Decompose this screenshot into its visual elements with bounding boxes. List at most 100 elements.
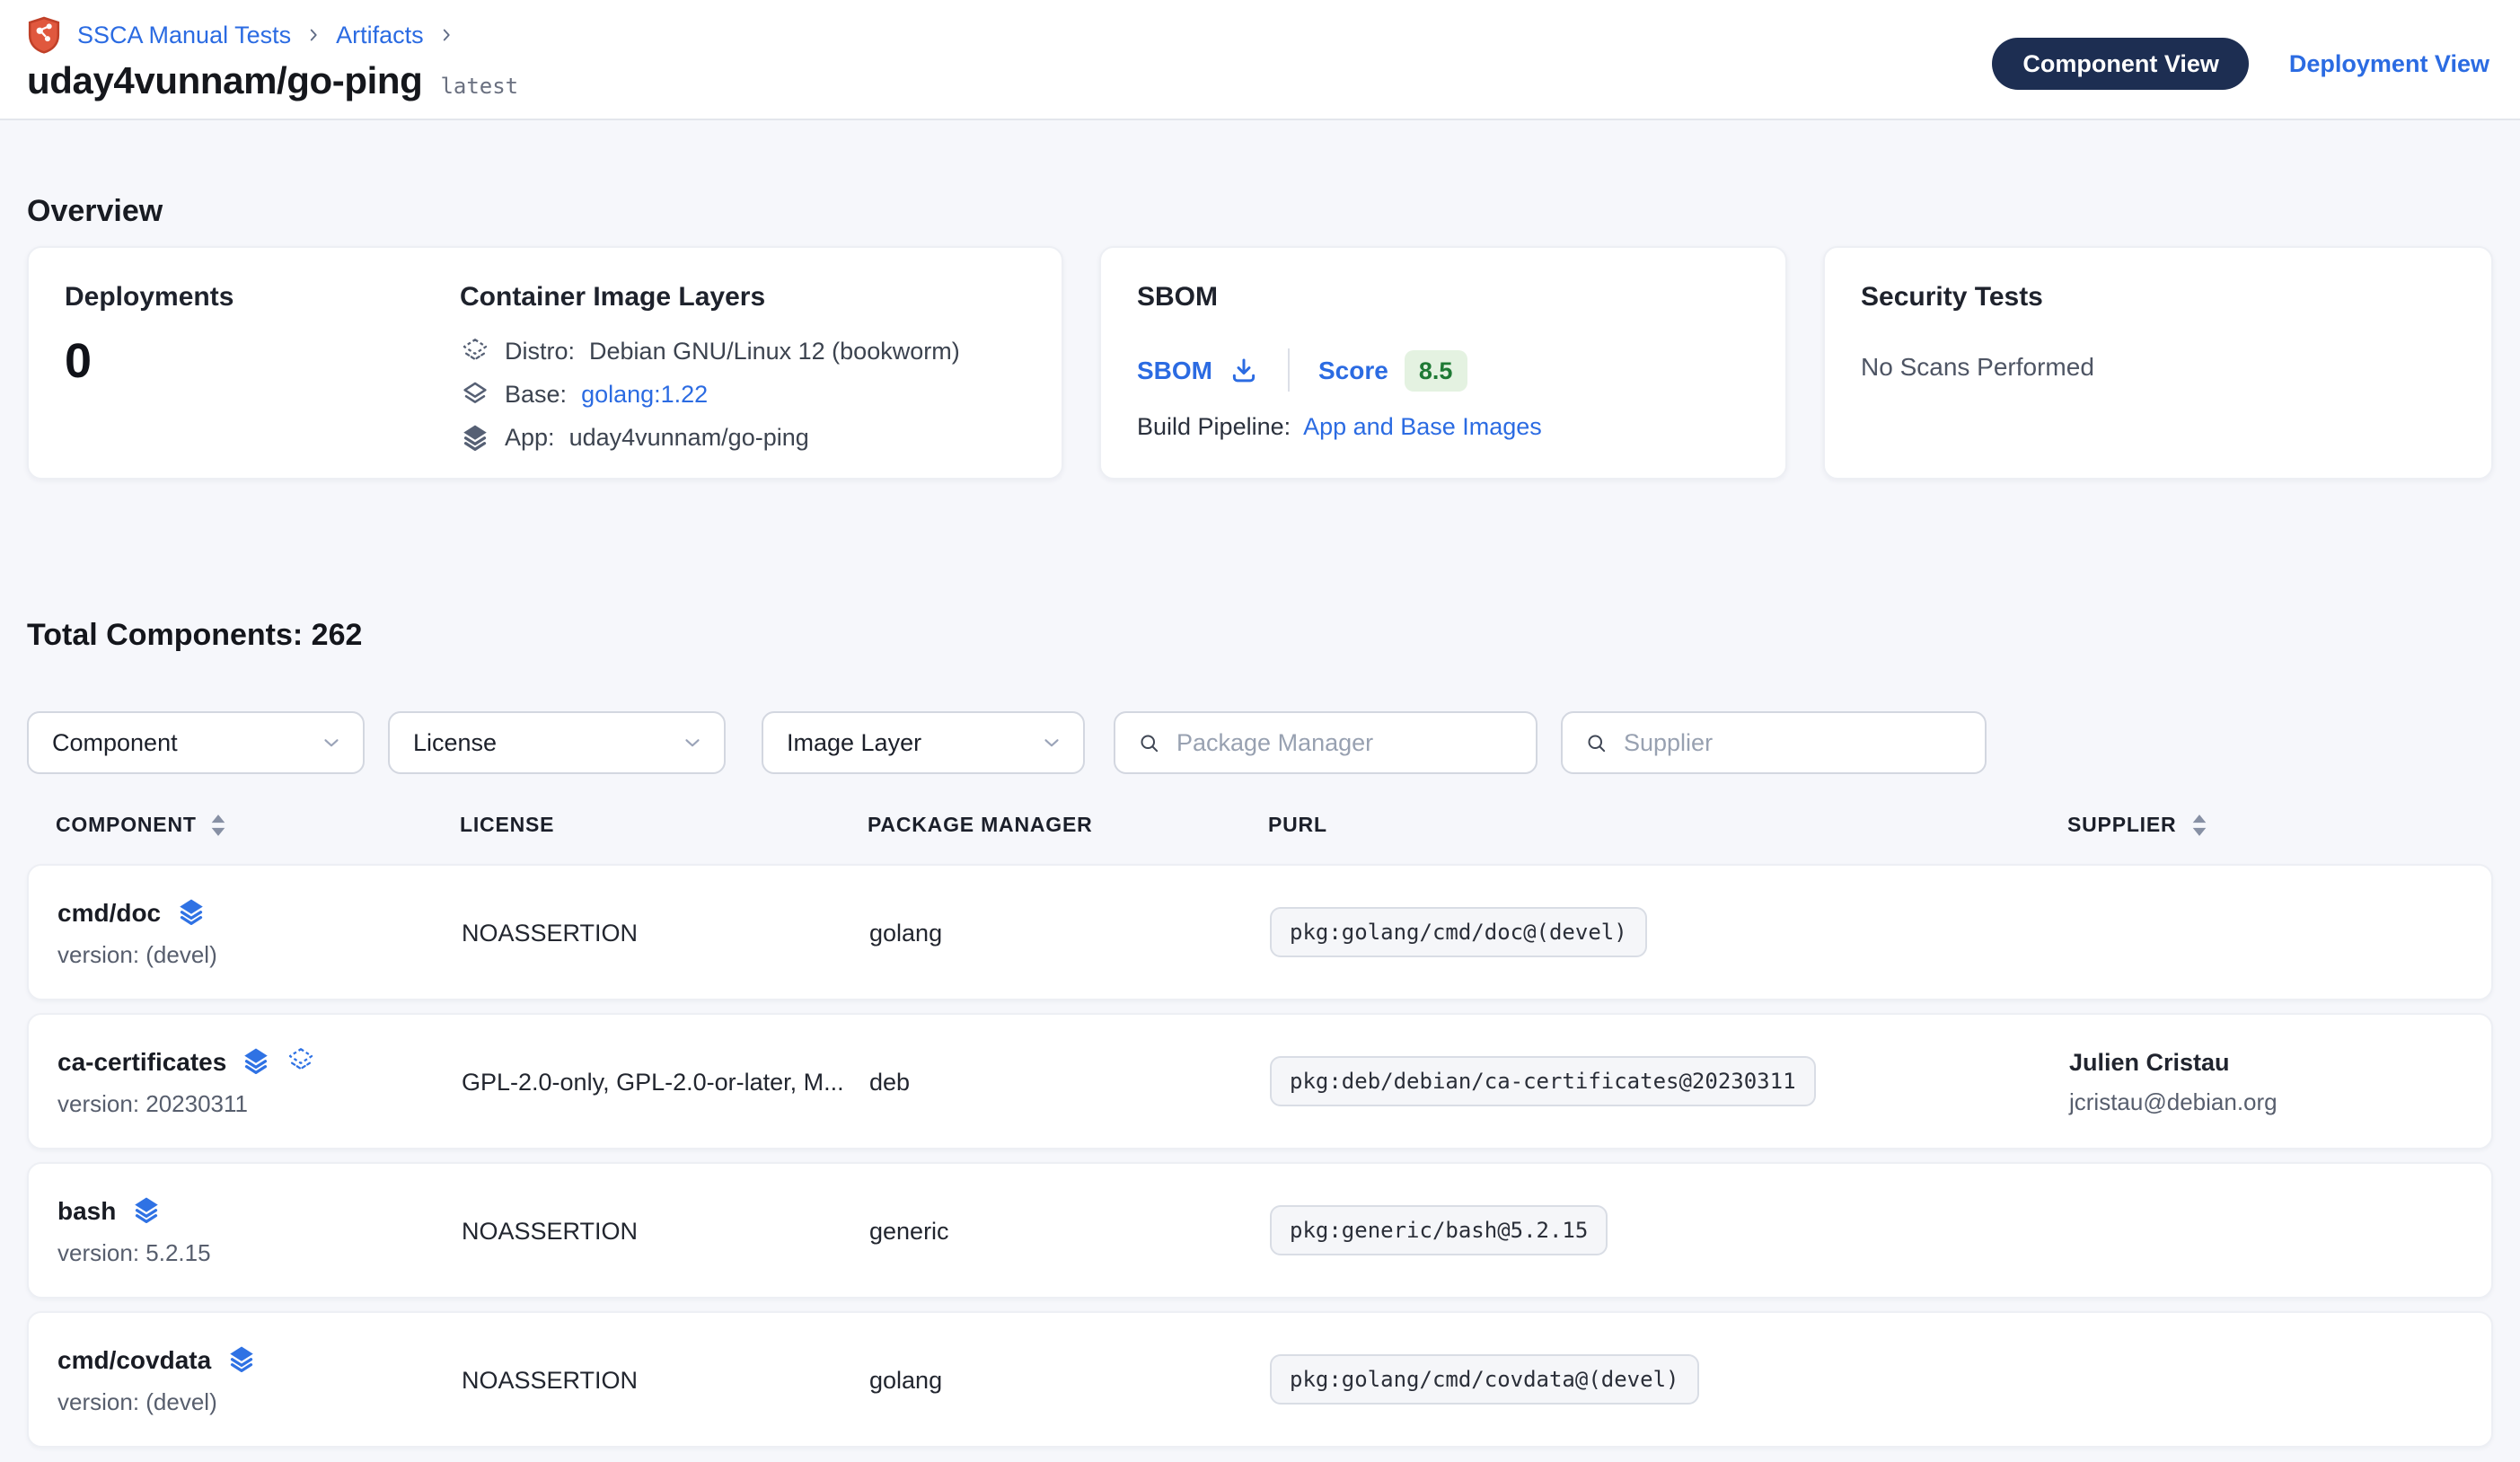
column-header-purl: PURL bbox=[1268, 814, 2067, 837]
sbom-download-link[interactable]: SBOM bbox=[1137, 355, 1259, 385]
table-body: cmd/doc version: (devel) NOASSERTION gol… bbox=[27, 864, 2493, 1448]
security-tests-card: Security Tests No Scans Performed bbox=[1823, 246, 2493, 480]
component-cell: bash version: 5.2.15 bbox=[57, 1194, 462, 1266]
column-header-license: LICENSE bbox=[460, 814, 868, 837]
sbom-card-title: SBOM bbox=[1137, 284, 1749, 313]
license-cell: NOASSERTION bbox=[462, 1366, 869, 1393]
purl-chip[interactable]: pkg:golang/cmd/covdata@(devel) bbox=[1270, 1354, 1699, 1405]
purl-cell: pkg:golang/cmd/doc@(devel) bbox=[1270, 907, 2069, 957]
page-header: SSCA Manual Tests Artifacts uday4vunnam/… bbox=[0, 0, 2520, 120]
table-row: cmd/doc version: (devel) NOASSERTION gol… bbox=[27, 864, 2493, 1000]
page: SSCA Manual Tests Artifacts uday4vunnam/… bbox=[0, 0, 2520, 1462]
sbom-score-row: SBOM Score 8.5 bbox=[1137, 348, 1749, 392]
supplier-email: jcristau@debian.org bbox=[2069, 1088, 2491, 1114]
app-layer-icon bbox=[175, 896, 206, 927]
vertical-divider bbox=[1288, 348, 1290, 392]
purl-cell: pkg:deb/debian/ca-certificates@20230311 bbox=[1270, 1056, 2069, 1106]
chevron-down-icon bbox=[320, 731, 343, 754]
package-manager-search bbox=[1114, 711, 1538, 774]
supplier-search-input[interactable] bbox=[1624, 729, 1963, 756]
deployments-block: Deployments 0 bbox=[65, 284, 460, 442]
security-tests-title: Security Tests bbox=[1861, 284, 2455, 313]
component-name: ca-certificates bbox=[57, 1046, 226, 1075]
chevron-down-icon bbox=[681, 731, 704, 754]
app-layer-icon bbox=[460, 422, 490, 453]
column-label: SUPPLIER bbox=[2067, 815, 2176, 836]
app-layer-item: App: uday4vunnam/go-ping bbox=[460, 422, 1026, 453]
table-row: ca-certificates version: 20230311 GPL-2.… bbox=[27, 1013, 2493, 1149]
base-label: Base: bbox=[505, 381, 567, 408]
table-row: cmd/covdata version: (devel) NOASSERTION… bbox=[27, 1311, 2493, 1448]
column-header-supplier[interactable]: SUPPLIER bbox=[2067, 814, 2493, 837]
component-version: version: 20230311 bbox=[57, 1090, 462, 1117]
component-version: version: (devel) bbox=[57, 941, 462, 968]
package-manager-cell: golang bbox=[869, 1366, 1270, 1393]
image-layer-filter-dropdown[interactable]: Image Layer bbox=[762, 711, 1085, 774]
image-layer-filter-label: Image Layer bbox=[787, 729, 921, 756]
component-name: cmd/covdata bbox=[57, 1344, 211, 1373]
container-image-layers-title: Container Image Layers bbox=[460, 284, 1026, 313]
purl-chip[interactable]: pkg:golang/cmd/doc@(devel) bbox=[1270, 907, 1647, 957]
base-image-link[interactable]: golang:1.22 bbox=[581, 381, 708, 408]
base-layer-item: Base: golang:1.22 bbox=[460, 379, 1026, 410]
component-view-button[interactable]: Component View bbox=[1992, 38, 2250, 90]
license-cell: GPL-2.0-only, GPL-2.0-or-later, M... bbox=[462, 1068, 869, 1095]
package-manager-cell: golang bbox=[869, 919, 1270, 946]
container-image-layers-block: Container Image Layers Distro: Debian GN… bbox=[460, 284, 1026, 442]
app-label: App: bbox=[505, 424, 555, 451]
app-layer-icon bbox=[130, 1194, 161, 1225]
column-label: COMPONENT bbox=[56, 815, 197, 836]
package-manager-cell: generic bbox=[869, 1217, 1270, 1244]
app-value: uday4vunnam/go-ping bbox=[569, 424, 809, 451]
distro-layer-item: Distro: Debian GNU/Linux 12 (bookworm) bbox=[460, 336, 1026, 366]
sbom-download-label: SBOM bbox=[1137, 356, 1212, 384]
table-row: bash version: 5.2.15 NOASSERTION generic… bbox=[27, 1162, 2493, 1299]
license-cell: NOASSERTION bbox=[462, 919, 869, 946]
search-icon bbox=[1584, 730, 1609, 755]
supplier-search bbox=[1561, 711, 1987, 774]
breadcrumb-link-project[interactable]: SSCA Manual Tests bbox=[77, 22, 291, 48]
column-label: PURL bbox=[1268, 815, 1327, 836]
license-cell: NOASSERTION bbox=[462, 1217, 869, 1244]
component-version: version: (devel) bbox=[57, 1388, 462, 1415]
build-pipeline-label: Build Pipeline: bbox=[1137, 413, 1291, 440]
build-pipeline-link[interactable]: App and Base Images bbox=[1303, 413, 1542, 440]
sort-icon[interactable] bbox=[2189, 814, 2208, 837]
overview-heading: Overview bbox=[27, 192, 2493, 230]
view-toggle: Component View Deployment View bbox=[1992, 38, 2489, 90]
package-manager-cell: deb bbox=[869, 1068, 1270, 1095]
distro-layer-icon bbox=[286, 1045, 316, 1076]
download-icon[interactable] bbox=[1229, 355, 1259, 385]
component-cell: ca-certificates version: 20230311 bbox=[57, 1045, 462, 1117]
deployments-count: 0 bbox=[65, 334, 460, 388]
package-manager-search-input[interactable] bbox=[1176, 729, 1514, 756]
deployment-view-button[interactable]: Deployment View bbox=[2289, 50, 2489, 77]
sort-icon[interactable] bbox=[209, 814, 229, 837]
column-header-package-manager: PACKAGE MANAGER bbox=[868, 814, 1268, 837]
purl-chip[interactable]: pkg:generic/bash@5.2.15 bbox=[1270, 1205, 1608, 1255]
distro-label: Distro: bbox=[505, 338, 575, 365]
component-cell: cmd/covdata version: (devel) bbox=[57, 1343, 462, 1415]
ssca-shield-logo-icon bbox=[27, 16, 61, 54]
purl-chip[interactable]: pkg:deb/debian/ca-certificates@20230311 bbox=[1270, 1056, 1816, 1106]
column-label: LICENSE bbox=[460, 815, 554, 836]
distro-layer-icon bbox=[460, 336, 490, 366]
sbom-score-badge: 8.5 bbox=[1405, 349, 1467, 391]
license-filter-dropdown[interactable]: License bbox=[388, 711, 726, 774]
build-pipeline-row: Build Pipeline: App and Base Images bbox=[1137, 413, 1749, 440]
app-layer-icon bbox=[225, 1343, 256, 1374]
component-filter-dropdown[interactable]: Component bbox=[27, 711, 365, 774]
artifact-tag-badge: latest bbox=[440, 74, 518, 99]
deployments-label: Deployments bbox=[65, 284, 460, 313]
supplier-cell: Julien Cristau jcristau@debian.org bbox=[2069, 1048, 2491, 1114]
supplier-name: Julien Cristau bbox=[2069, 1048, 2491, 1075]
component-version: version: 5.2.15 bbox=[57, 1239, 462, 1266]
component-name: cmd/doc bbox=[57, 897, 161, 926]
purl-cell: pkg:generic/bash@5.2.15 bbox=[1270, 1205, 2069, 1255]
chevron-down-icon bbox=[1040, 731, 1063, 754]
component-cell: cmd/doc version: (devel) bbox=[57, 896, 462, 968]
filters-bar: Component License Image Layer bbox=[27, 711, 2493, 774]
sbom-score-label: Score bbox=[1318, 356, 1388, 384]
breadcrumb-link-artifacts[interactable]: Artifacts bbox=[336, 22, 424, 48]
column-header-component[interactable]: COMPONENT bbox=[56, 814, 460, 837]
